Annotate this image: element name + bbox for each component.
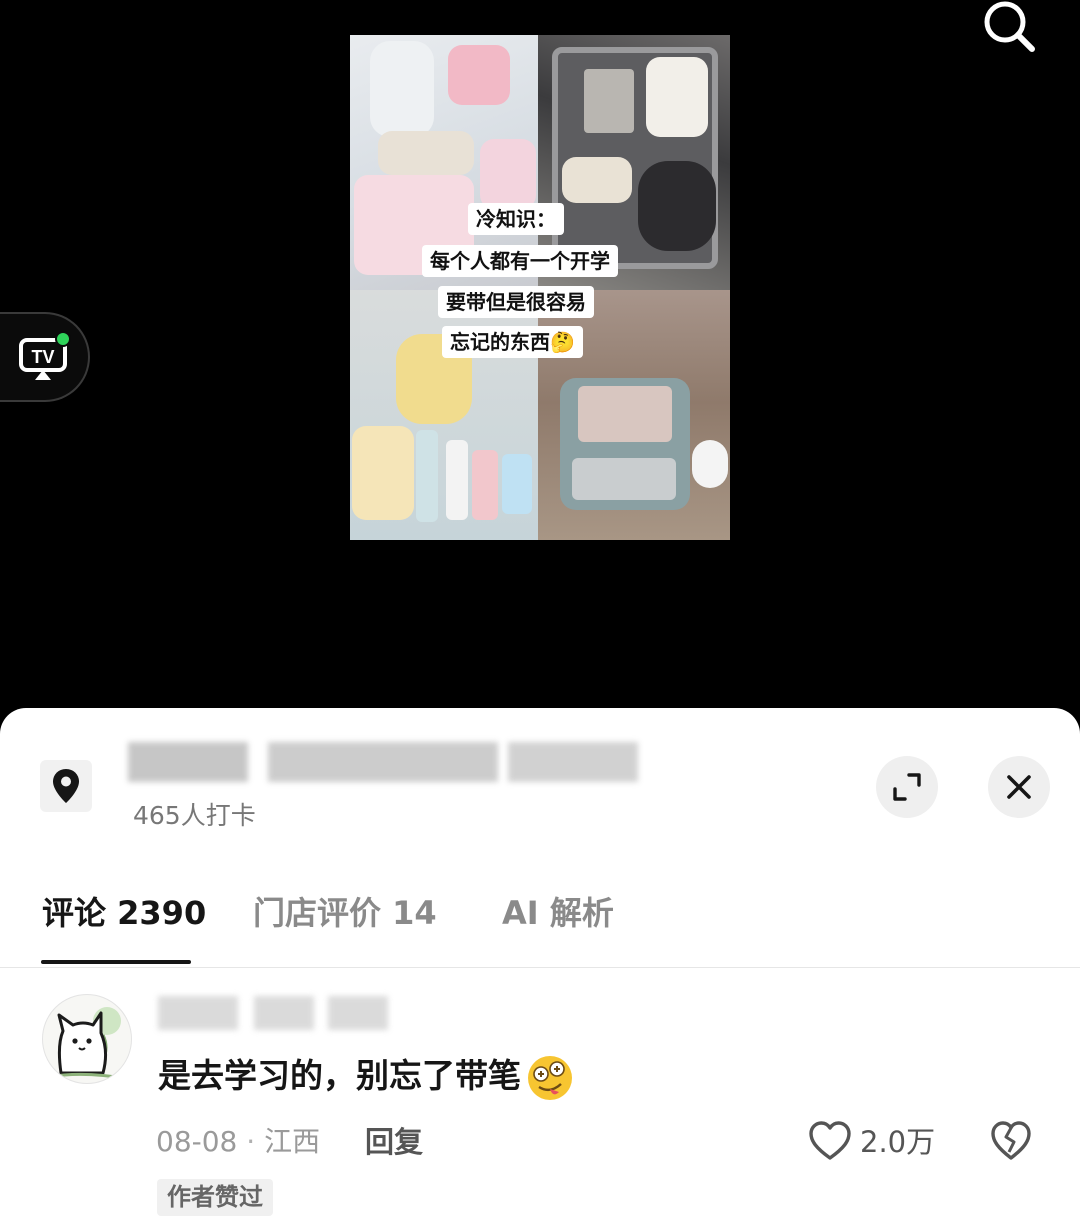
comment-item: 是去学习的，别忘了带笔 08-08 · 江西 回复 2.0万 作者赞过 — [0, 988, 1080, 1225]
location-badge — [40, 760, 92, 812]
close-button[interactable] — [988, 756, 1050, 818]
comment-date: 08-08 — [156, 1125, 238, 1158]
author-name-redacted[interactable] — [158, 996, 398, 1032]
comment-sheet: 465人打卡 评论 2390 门店评价 14 AI 解析 是去学习的，别忘了带笔… — [0, 708, 1080, 1225]
tab-store-reviews[interactable]: 门店评价 14 — [253, 888, 437, 938]
active-tab-indicator — [41, 960, 191, 964]
tab-bar: 评论 2390 门店评价 14 AI 解析 — [0, 888, 1080, 968]
comment-region: 江西 — [264, 1125, 321, 1158]
svg-text:TV: TV — [31, 347, 54, 367]
tab-comments[interactable]: 评论 2390 — [42, 888, 206, 938]
search-button[interactable] — [978, 0, 1040, 58]
close-icon — [1007, 775, 1031, 799]
search-icon — [984, 1, 1035, 52]
video-caption-2: 每个人都有一个开学 — [422, 245, 618, 277]
heart-icon — [809, 1121, 851, 1160]
expand-button[interactable] — [876, 756, 938, 818]
author-liked-badge: 作者赞过 — [157, 1179, 273, 1216]
video-caption-1: 冷知识： — [468, 203, 564, 235]
meta-separator: · — [237, 1125, 265, 1158]
dizzy-face-emoji-icon — [528, 1055, 572, 1100]
comment-text: 是去学习的，别忘了带笔 — [158, 1052, 577, 1102]
like-count: 2.0万 — [860, 1125, 936, 1159]
video-caption-4: 忘记的东西🤔 — [442, 326, 583, 358]
dislike-button[interactable] — [990, 1120, 1032, 1164]
avatar[interactable] — [42, 994, 132, 1084]
expand-icon — [893, 773, 921, 801]
tab-ai-analysis[interactable]: AI 解析 — [502, 888, 614, 938]
video-frame: 冷知识： 每个人都有一个开学 要带但是很容易 忘记的东西🤔 — [350, 35, 730, 540]
place-name-redacted[interactable] — [128, 742, 648, 786]
location-pin-icon — [53, 769, 79, 803]
video-player[interactable]: TV 冷知识： 每个人都有一个开学 要带但是很容易 忘记的东西🤔 — [0, 0, 1080, 710]
comment-meta: 08-08 · 江西 — [156, 1122, 320, 1162]
reply-button[interactable]: 回复 — [365, 1122, 423, 1162]
tv-cast-button[interactable]: TV — [0, 312, 90, 402]
video-caption-3: 要带但是很容易 — [438, 286, 594, 318]
checkin-count: 465人打卡 — [133, 801, 256, 830]
tv-status-dot — [55, 331, 71, 347]
broken-heart-icon — [991, 1121, 1031, 1160]
cat-avatar-icon — [48, 1007, 130, 1081]
